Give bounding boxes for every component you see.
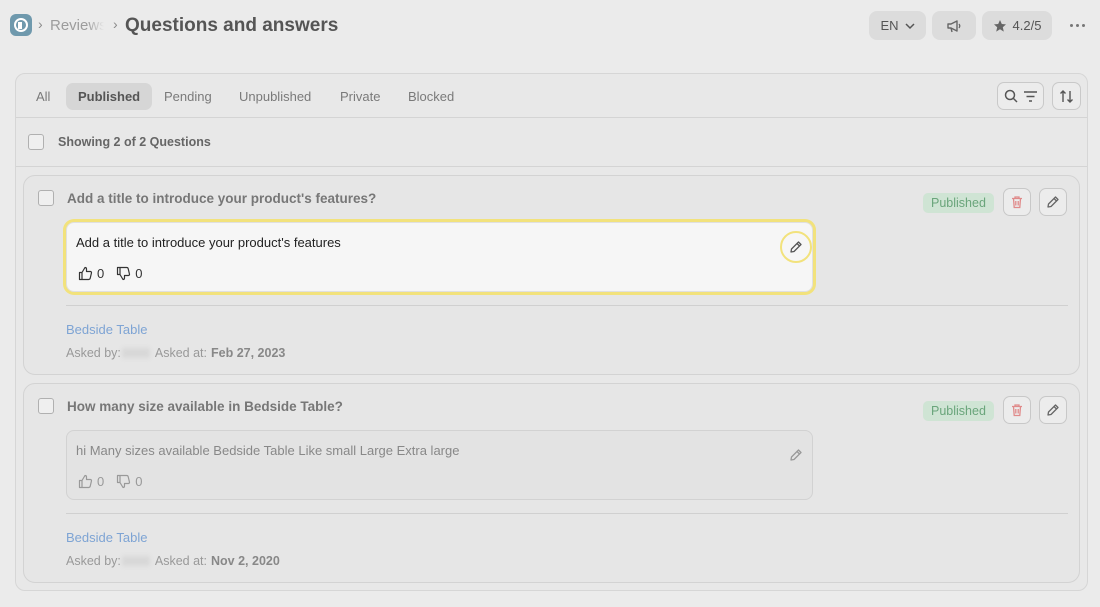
language-label: EN — [880, 18, 899, 33]
filter-icon — [1023, 90, 1037, 102]
tab-blocked[interactable]: Blocked — [396, 83, 466, 110]
status-badge: Published — [923, 193, 994, 213]
tab-pending[interactable]: Pending — [152, 83, 224, 110]
question-meta: Asked by: Asked at: Feb 27, 2023 — [66, 346, 285, 360]
sort-icon — [1060, 89, 1073, 103]
asked-by-label: Asked by: — [66, 346, 121, 360]
sort-button[interactable] — [1052, 82, 1081, 110]
question-meta: Asked by: Asked at: Nov 2, 2020 — [66, 554, 280, 568]
product-link[interactable]: Bedside Table — [66, 322, 147, 337]
selection-bar: Showing 2 of 2 Questions — [16, 118, 1087, 167]
thumbs-down-icon[interactable] — [116, 266, 131, 281]
rating-value: 4.2/5 — [1012, 18, 1042, 33]
dislike-count: 0 — [135, 266, 143, 281]
breadcrumb-reviews-link[interactable]: Reviews — [50, 17, 104, 34]
tab-private[interactable]: Private — [328, 83, 392, 110]
announcement-button[interactable] — [932, 11, 976, 40]
answer-text: Add a title to introduce your product's … — [76, 235, 341, 250]
app-logo-icon[interactable] — [10, 14, 32, 36]
search-filter-button[interactable] — [997, 82, 1044, 110]
breadcrumb-separator: › — [38, 16, 43, 32]
questions-panel: All Published Pending Unpublished Privat… — [15, 73, 1088, 591]
dislike-count: 0 — [135, 474, 143, 489]
status-tabs: All Published Pending Unpublished Privat… — [16, 74, 1087, 118]
megaphone-icon — [947, 19, 961, 32]
asked-at-date: Feb 27, 2023 — [211, 346, 286, 360]
asked-at-label: Asked at: — [154, 346, 208, 360]
status-badge: Published — [923, 401, 994, 421]
divider — [66, 513, 1068, 514]
question-checkbox[interactable] — [38, 398, 54, 414]
breadcrumb-separator: › — [113, 16, 118, 32]
chevron-down-icon — [905, 22, 915, 29]
select-all-checkbox[interactable] — [28, 134, 44, 150]
language-select[interactable]: EN — [869, 11, 926, 40]
vote-counts: 0 0 — [78, 266, 150, 281]
question-checkbox[interactable] — [38, 190, 54, 206]
thumbs-down-icon[interactable] — [116, 474, 131, 489]
asked-at-date: Nov 2, 2020 — [211, 554, 280, 568]
edit-answer-button[interactable] — [780, 439, 812, 471]
star-icon — [993, 19, 1006, 32]
pencil-icon — [1047, 404, 1059, 416]
tab-published[interactable]: Published — [66, 83, 153, 110]
answer-text: hi Many sizes available Bedside Table Li… — [76, 443, 460, 458]
pencil-icon — [790, 449, 802, 461]
edit-answer-button[interactable] — [780, 231, 812, 263]
tab-all[interactable]: All — [24, 83, 62, 110]
asked-at-label: Asked at: — [154, 554, 208, 568]
trash-icon — [1012, 404, 1022, 417]
thumbs-up-icon[interactable] — [78, 266, 93, 281]
answer-box: Add a title to introduce your product's … — [66, 222, 813, 292]
like-count: 0 — [97, 474, 105, 489]
more-options-icon[interactable] — [1066, 17, 1088, 33]
question-card: How many size available in Bedside Table… — [23, 383, 1080, 583]
rating-button[interactable]: 4.2/5 — [982, 11, 1052, 40]
delete-question-button[interactable] — [1003, 396, 1031, 424]
answer-box: hi Many sizes available Bedside Table Li… — [66, 430, 813, 500]
question-title: How many size available in Bedside Table… — [67, 399, 343, 414]
tab-unpublished[interactable]: Unpublished — [227, 83, 323, 110]
question-card: Add a title to introduce your product's … — [23, 175, 1080, 375]
page-header: › Reviews › Questions and answers EN 4.2… — [0, 0, 1100, 52]
vote-counts: 0 0 — [78, 474, 150, 489]
thumbs-up-icon[interactable] — [78, 474, 93, 489]
pencil-icon — [790, 241, 802, 253]
like-count: 0 — [97, 266, 105, 281]
question-count: Showing 2 of 2 Questions — [58, 135, 211, 149]
asker-name-blurred — [121, 348, 150, 358]
asker-name-blurred — [121, 556, 150, 566]
page-title: Questions and answers — [125, 15, 339, 36]
edit-question-button[interactable] — [1039, 396, 1067, 424]
asked-by-label: Asked by: — [66, 554, 121, 568]
product-link[interactable]: Bedside Table — [66, 530, 147, 545]
search-icon — [1004, 89, 1018, 103]
edit-question-button[interactable] — [1039, 188, 1067, 216]
trash-icon — [1012, 196, 1022, 209]
pencil-icon — [1047, 196, 1059, 208]
divider — [66, 305, 1068, 306]
question-title: Add a title to introduce your product's … — [67, 191, 377, 206]
delete-question-button[interactable] — [1003, 188, 1031, 216]
